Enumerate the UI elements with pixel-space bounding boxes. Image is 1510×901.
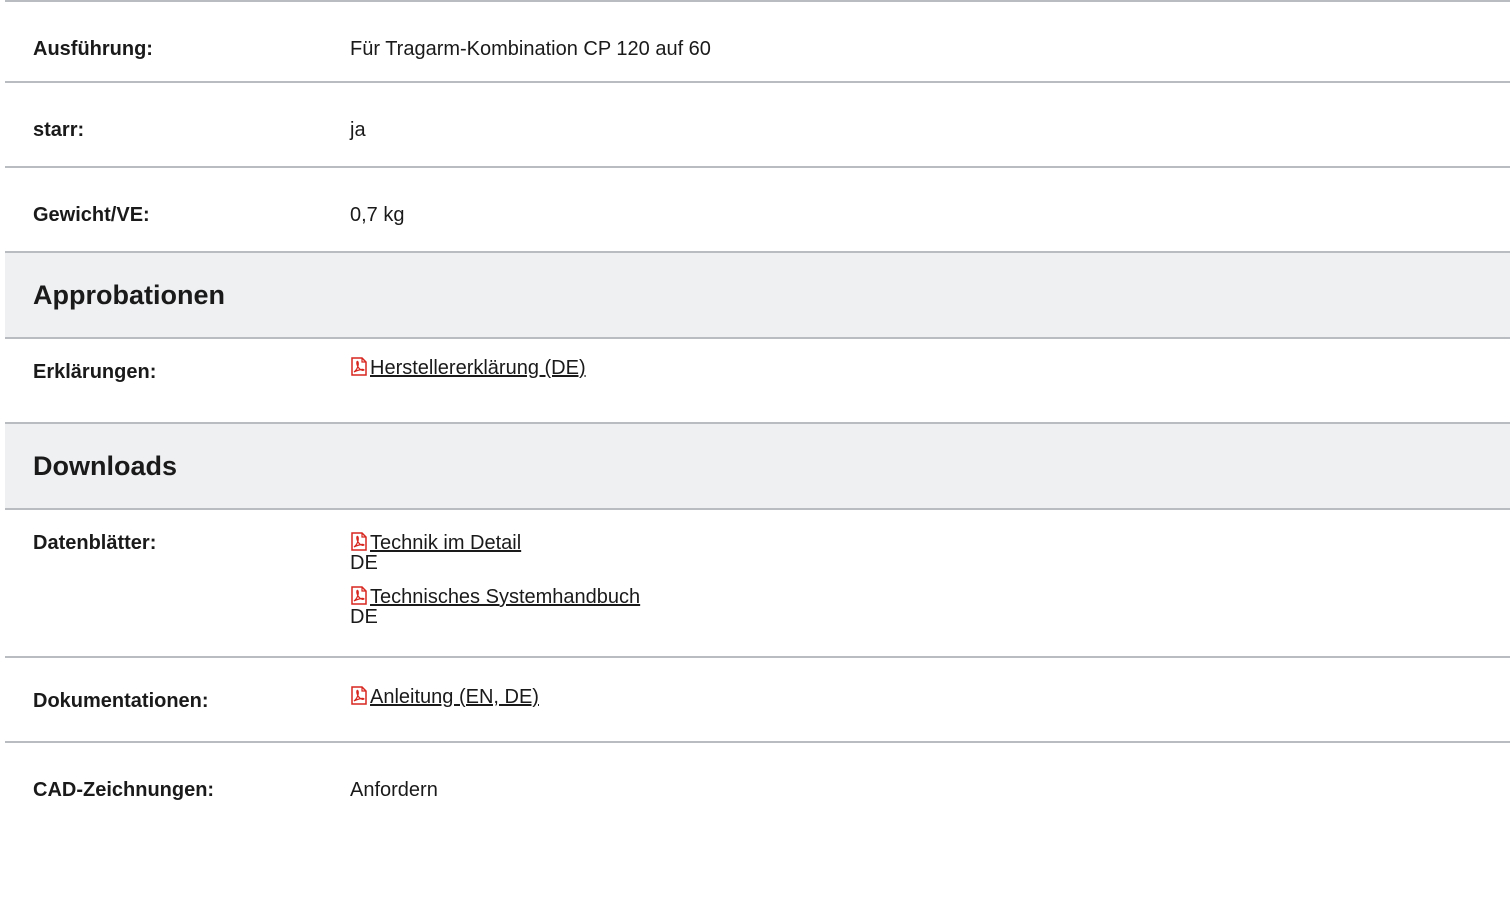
attribute-label: CAD-Zeichnungen: bbox=[33, 779, 215, 801]
section-title: Approbationen bbox=[33, 280, 225, 310]
attribute-value: Anleitung (EN, DE) bbox=[350, 686, 539, 710]
attribute-label: Erklärungen: bbox=[33, 361, 157, 383]
attribute-label: starr: bbox=[33, 119, 85, 141]
document-link-technik-im-detail[interactable]: Technik im Detail bbox=[350, 532, 521, 554]
attribute-row-ausfuehrung: Ausführung: Für Tragarm-Kombination CP 1… bbox=[5, 0, 1510, 81]
document-link-anleitung[interactable]: Anleitung (EN, DE) bbox=[350, 686, 539, 708]
attribute-row-gewicht: Gewicht/VE: 0,7 kg bbox=[5, 166, 1510, 251]
document-link-label: Technik im Detail bbox=[370, 532, 522, 554]
attribute-value: 0,7 kg bbox=[350, 204, 405, 226]
attribute-row-erklaerungen: Erklärungen: Herstellererklärung (DE) bbox=[5, 337, 1510, 422]
document-link-label: Technisches Systemhandbuch bbox=[370, 586, 641, 608]
pdf-icon bbox=[350, 686, 368, 710]
attribute-label: Dokumentationen: bbox=[33, 690, 209, 712]
attribute-row-datenblaetter: Datenblätter: Technik im Detail DE Techn… bbox=[5, 508, 1510, 656]
attribute-label: Datenblätter: bbox=[33, 532, 157, 554]
document-link-herstellererklaerung[interactable]: Herstellererklärung (DE) bbox=[350, 357, 586, 379]
cad-request-link[interactable]: Anfordern bbox=[350, 779, 438, 801]
section-header-approbationen: Approbationen bbox=[5, 251, 1510, 337]
attribute-value: Herstellererklärung (DE) bbox=[350, 357, 586, 381]
document-link-label: Anleitung (EN, DE) bbox=[370, 686, 539, 708]
language-code: DE bbox=[350, 552, 378, 574]
attribute-row-dokumentationen: Dokumentationen: Anleitung (EN, DE) bbox=[5, 656, 1510, 741]
document-link-technisches-systemhandbuch[interactable]: Technisches Systemhandbuch bbox=[350, 586, 640, 608]
language-code: DE bbox=[350, 606, 378, 628]
attribute-row-cad: CAD-Zeichnungen: Anfordern bbox=[5, 741, 1510, 826]
attribute-value: Technik im Detail DE Technisches Systemh… bbox=[350, 532, 640, 628]
attribute-value: ja bbox=[350, 119, 366, 141]
document-link-label: Herstellererklärung (DE) bbox=[370, 357, 586, 379]
attribute-label: Ausführung: bbox=[33, 38, 153, 60]
section-header-downloads: Downloads bbox=[5, 422, 1510, 508]
attribute-label: Gewicht/VE: bbox=[33, 204, 150, 226]
section-title: Downloads bbox=[33, 451, 178, 481]
product-details: Ausführung: Für Tragarm-Kombination CP 1… bbox=[5, 0, 1510, 826]
attribute-value: Für Tragarm-Kombination CP 120 auf 60 bbox=[350, 38, 711, 60]
pdf-icon bbox=[350, 357, 368, 381]
download-item: Technisches Systemhandbuch DE bbox=[350, 586, 640, 628]
attribute-row-starr: starr: ja bbox=[5, 81, 1510, 166]
download-item: Technik im Detail DE bbox=[350, 532, 640, 574]
